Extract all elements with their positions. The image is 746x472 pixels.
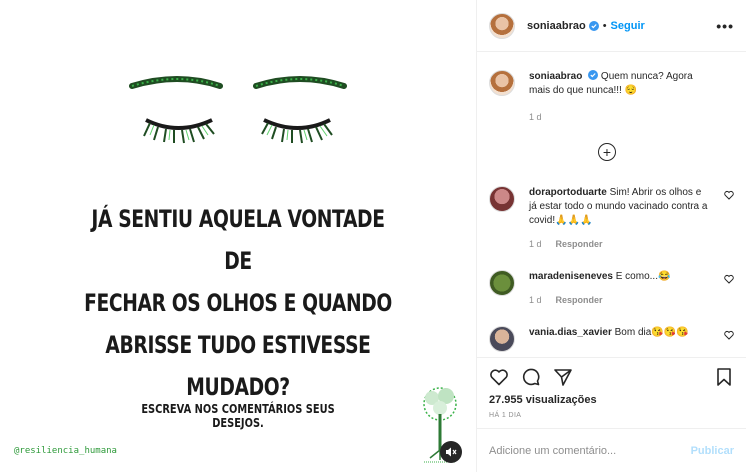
like-heart-icon[interactable] bbox=[724, 330, 734, 340]
comment-meta: 1 d Responder bbox=[529, 293, 709, 307]
image-handle: @resiliencia_humana bbox=[14, 446, 117, 456]
comment-username[interactable]: vania.dias_xavier bbox=[529, 327, 612, 338]
comment-body: vania.dias_xavier Bom dia😘😘😘 bbox=[529, 326, 709, 352]
mute-button[interactable] bbox=[440, 441, 462, 463]
caption: soniaabrao Quem nunca? Agora mais do que… bbox=[489, 70, 734, 124]
comment-bubble-icon[interactable] bbox=[521, 367, 541, 387]
comment-username[interactable]: doraportoduarte bbox=[529, 187, 607, 198]
comment-body: doraportoduarte Sim! Abrir os olhos e já… bbox=[529, 186, 709, 251]
avatar[interactable] bbox=[489, 186, 515, 212]
separator-dot: • bbox=[602, 19, 607, 32]
comment-body: maradeniseneves E como...😂 1 d Responder bbox=[529, 270, 709, 307]
verified-badge-icon bbox=[588, 70, 599, 80]
comment-text: E como...😂 bbox=[615, 271, 671, 282]
caption-meta: 1 d bbox=[529, 110, 709, 124]
caption-time[interactable]: 1 d bbox=[529, 112, 542, 122]
load-more-comments-button[interactable]: + bbox=[598, 143, 616, 161]
comment-meta: 1 d Responder bbox=[529, 237, 709, 251]
list-item: vania.dias_xavier Bom dia😘😘😘 bbox=[489, 326, 734, 352]
post-modal: JÁ SENTIU AQUELA VONTADE DE FECHAR OS OL… bbox=[0, 0, 746, 472]
post-media[interactable]: JÁ SENTIU AQUELA VONTADE DE FECHAR OS OL… bbox=[0, 0, 476, 472]
post-headline: JÁ SENTIU AQUELA VONTADE DE FECHAR OS OL… bbox=[84, 198, 393, 408]
comment-time[interactable]: 1 d bbox=[529, 295, 542, 305]
comment-text: Bom dia😘😘😘 bbox=[614, 327, 689, 338]
action-bar bbox=[489, 366, 734, 388]
post-header: soniaabrao • Seguir ••• bbox=[477, 0, 746, 52]
post-subline: ESCREVA NOS COMENTÁRIOS SEUS DESEJOS. bbox=[141, 402, 335, 430]
headline-line: JÁ SENTIU AQUELA VONTADE DE bbox=[91, 205, 385, 275]
caption-body: soniaabrao Quem nunca? Agora mais do que… bbox=[529, 70, 709, 124]
list-item: maradeniseneves E como...😂 1 d Responder bbox=[489, 270, 734, 307]
comment-input[interactable] bbox=[489, 444, 691, 457]
reply-button[interactable]: Responder bbox=[556, 295, 603, 305]
post-sidebar: soniaabrao • Seguir ••• soniaabrao Quem bbox=[476, 0, 746, 472]
add-comment-bar: Publicar bbox=[477, 428, 746, 472]
avatar[interactable] bbox=[489, 70, 515, 96]
list-item: doraportoduarte Sim! Abrir os olhos e já… bbox=[489, 186, 734, 251]
caption-username[interactable]: soniaabrao bbox=[529, 71, 582, 82]
avatar[interactable] bbox=[489, 12, 515, 39]
closed-eyes-illustration bbox=[129, 76, 347, 144]
avatar[interactable] bbox=[489, 326, 515, 352]
comment-username[interactable]: maradeniseneves bbox=[529, 271, 613, 282]
more-options-icon[interactable]: ••• bbox=[716, 18, 734, 34]
headline-line: ABRISSE TUDO ESTIVESSE bbox=[105, 331, 371, 359]
share-plane-icon[interactable] bbox=[553, 367, 573, 387]
post-timestamp[interactable]: HÁ 1 DIA bbox=[489, 412, 734, 419]
view-count[interactable]: 27.955 visualizações bbox=[489, 394, 734, 406]
publish-button[interactable]: Publicar bbox=[691, 445, 734, 457]
headline-line: FECHAR OS OLHOS E QUANDO bbox=[84, 289, 392, 317]
avatar[interactable] bbox=[489, 270, 515, 296]
verified-badge-icon bbox=[588, 20, 599, 31]
reply-button[interactable]: Responder bbox=[556, 239, 603, 249]
post-actions: 27.955 visualizações HÁ 1 DIA bbox=[477, 357, 746, 427]
like-heart-icon[interactable] bbox=[489, 367, 509, 387]
speaker-muted-icon bbox=[446, 447, 457, 457]
comments-list[interactable]: soniaabrao Quem nunca? Agora mais do que… bbox=[477, 52, 746, 356]
header-username[interactable]: soniaabrao bbox=[527, 20, 586, 32]
like-heart-icon[interactable] bbox=[724, 190, 734, 200]
bookmark-icon[interactable] bbox=[714, 367, 734, 387]
comment-time[interactable]: 1 d bbox=[529, 239, 542, 249]
follow-button[interactable]: Seguir bbox=[611, 20, 645, 32]
like-heart-icon[interactable] bbox=[724, 274, 734, 284]
